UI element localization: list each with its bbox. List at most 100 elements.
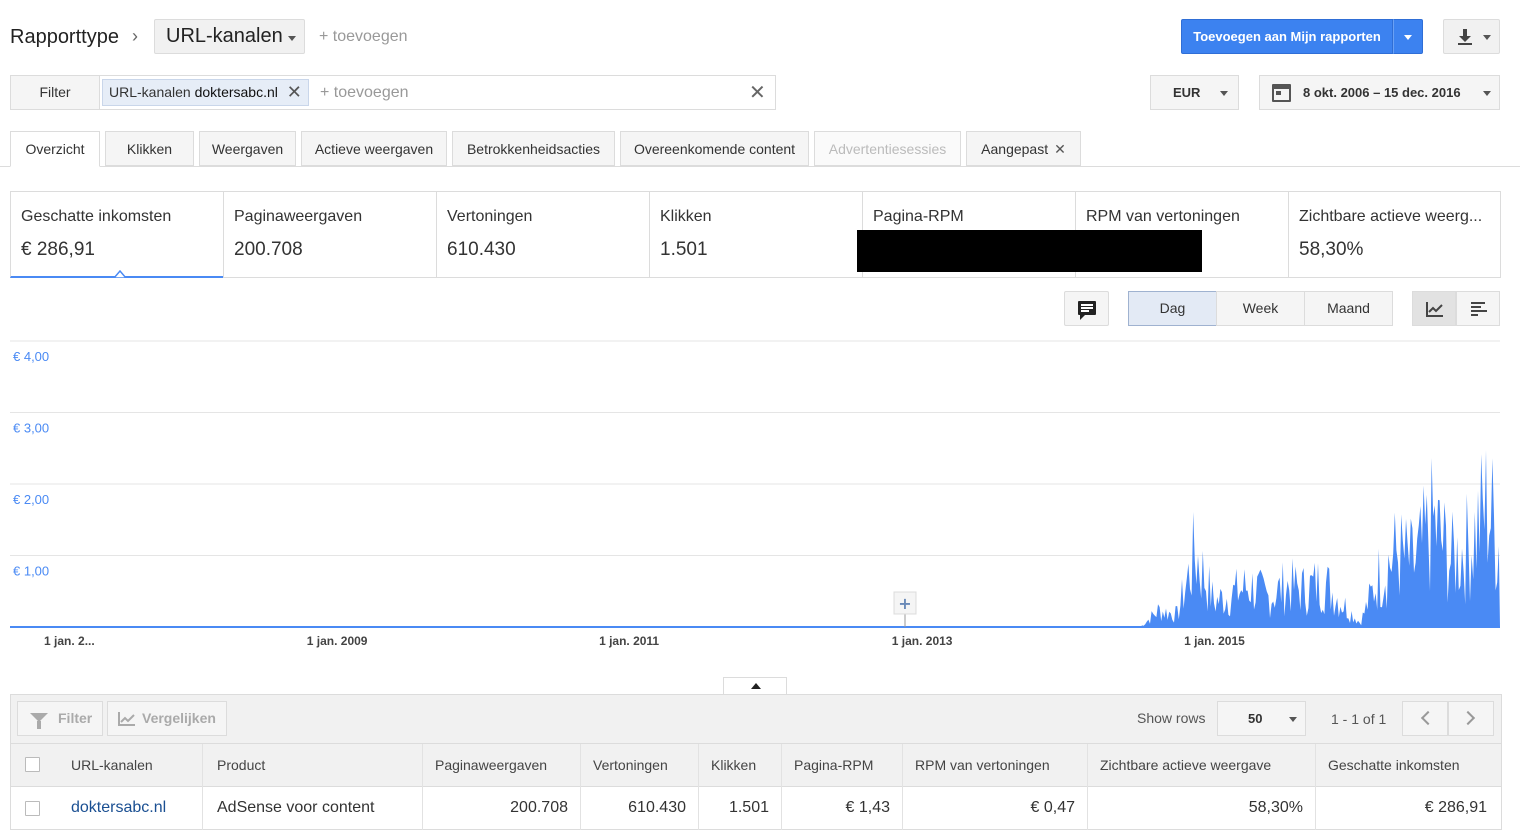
scorecard-value: 610.430 (447, 239, 516, 260)
previous-page-button[interactable] (1402, 701, 1448, 736)
granularity-week-button[interactable]: Week (1216, 291, 1305, 326)
tab-engagement-actions[interactable]: Betrokkenheidsacties (452, 131, 615, 166)
scorecard-label: Klikken (660, 208, 712, 225)
column-header-page-views[interactable]: Paginaweergaven (435, 757, 547, 773)
cell-url-channel-link[interactable]: doktersabc.nl (71, 799, 166, 817)
tab-label: Aangepast (981, 141, 1049, 157)
y-tick-label: € 2,00 (13, 492, 49, 507)
pagination-status: 1 - 1 of 1 (1331, 711, 1387, 727)
scorecard-estimated-earnings[interactable]: Geschatte inkomsten € 286,91 (10, 191, 223, 278)
rows-per-page-dropdown[interactable]: 50 (1217, 701, 1306, 736)
download-icon (1458, 29, 1472, 45)
y-tick-label: € 3,00 (13, 421, 49, 436)
tab-label: Klikken (126, 141, 173, 157)
date-range-dropdown[interactable]: 8 okt. 2006 – 15 dec. 2016 (1259, 75, 1500, 110)
earnings-chart: € 4,00 € 3,00 € 2,00 € 1,00 1 jan. 2... 1 ja… (10, 340, 1500, 648)
caret-down-icon (1483, 91, 1491, 96)
scorecard-viewable-active-views[interactable]: Zichtbare actieve weerg... 58,30% (1288, 191, 1501, 278)
add-to-my-reports-dropdown[interactable] (1393, 19, 1423, 54)
scorecard-page-views[interactable]: Paginaweergaven 200.708 (223, 191, 436, 278)
tab-label: Overeenkomende content (633, 141, 796, 157)
x-tick-label: 1 jan. 2... (44, 634, 95, 648)
column-header-viewable-active-views[interactable]: Zichtbare actieve weergave (1100, 757, 1271, 773)
collapse-chart-toggle[interactable] (723, 677, 787, 694)
bar-list-view-button[interactable] (1456, 291, 1500, 326)
tab-matched-content[interactable]: Overeenkomende content (620, 131, 809, 166)
redaction-bar (857, 230, 1202, 272)
currency-dropdown[interactable]: EUR (1150, 75, 1239, 110)
plus-icon: + (898, 594, 911, 613)
column-divider (580, 744, 581, 830)
column-divider (1087, 744, 1088, 830)
cell-page-views: 200.708 (510, 799, 568, 816)
cell-page-rpm: € 1,43 (845, 799, 890, 816)
scorecard-label: RPM van vertoningen (1086, 208, 1240, 225)
cell-clicks: 1.501 (728, 799, 769, 816)
granularity-month-button[interactable]: Maand (1304, 291, 1393, 326)
column-header-page-rpm[interactable]: Pagina-RPM (794, 757, 873, 773)
add-to-my-reports-button[interactable]: Toevoegen aan Mijn rapporten (1181, 19, 1393, 54)
close-tab-icon[interactable]: ✕ (1054, 141, 1066, 157)
column-header-estimated-earnings[interactable]: Geschatte inkomsten (1328, 757, 1460, 773)
tab-views[interactable]: Weergaven (199, 131, 296, 166)
y-tick-label: € 4,00 (13, 349, 49, 364)
remove-filter-icon[interactable]: ✕ (287, 80, 302, 105)
breadcrumb-report-type: Rapporttype (10, 26, 119, 48)
scorecard-clicks[interactable]: Klikken 1.501 (649, 191, 862, 278)
column-header-url-channels[interactable]: URL-kanalen (71, 757, 153, 773)
column-divider (1315, 744, 1316, 830)
granularity-day-button[interactable]: Dag (1128, 291, 1217, 326)
breadcrumb-chevron-icon: › (132, 26, 138, 46)
column-header-impressions[interactable]: Vertoningen (593, 757, 668, 773)
scorecard-impressions[interactable]: Vertoningen 610.430 (436, 191, 649, 278)
select-all-checkbox[interactable] (25, 757, 40, 772)
caret-down-icon (1220, 91, 1228, 96)
cell-viewable-active-views: 58,30% (1248, 799, 1303, 816)
line-chart-icon (1426, 302, 1443, 317)
tab-overview[interactable]: Overzicht (10, 131, 100, 167)
scorecard-value: 1.501 (660, 239, 708, 260)
x-tick-label: 1 jan. 2011 (599, 634, 659, 648)
column-header-product[interactable]: Product (217, 757, 265, 773)
filter-chip[interactable]: URL-kanalen doktersabc.nl ✕ (102, 79, 309, 106)
filter-chip-value: doktersabc.nl (194, 84, 278, 100)
filter-add-link[interactable]: + toevoegen (320, 84, 409, 102)
tab-label: Betrokkenheidsacties (466, 141, 601, 157)
tab-active-views[interactable]: Actieve weergaven (301, 131, 447, 166)
tab-custom[interactable]: Aangepast ✕ (966, 131, 1081, 166)
filter-button[interactable]: Filter (10, 75, 100, 110)
download-button[interactable] (1443, 19, 1500, 54)
table-filter-button[interactable]: Filter (17, 701, 103, 736)
add-report-dimension-link[interactable]: + toevoegen (319, 28, 408, 46)
annotations-button[interactable] (1064, 291, 1109, 326)
caret-down-icon (1404, 35, 1412, 40)
scorecard-label: Vertoningen (447, 208, 533, 225)
calendar-icon (1272, 84, 1291, 102)
tab-label: Weergaven (211, 141, 284, 157)
clear-filter-icon[interactable]: ✕ (749, 80, 766, 105)
row-checkbox[interactable] (25, 801, 40, 816)
column-header-clicks[interactable]: Klikken (711, 757, 756, 773)
add-annotation-marker[interactable]: + (893, 591, 917, 627)
column-header-impression-rpm[interactable]: RPM van vertoningen (915, 757, 1050, 773)
compare-chart-icon (118, 712, 135, 726)
scorecard-label: Zichtbare actieve weerg... (1299, 208, 1483, 225)
cell-estimated-earnings: € 286,91 (1424, 799, 1487, 816)
tab-clicks[interactable]: Klikken (105, 131, 194, 166)
show-rows-label: Show rows (1137, 710, 1206, 726)
scorecard-value: 200.708 (234, 239, 303, 260)
line-chart-view-button[interactable] (1412, 291, 1456, 326)
currency-value: EUR (1173, 85, 1201, 100)
chevron-up-icon (751, 683, 761, 689)
report-type-dropdown[interactable]: URL-kanalen (154, 19, 305, 54)
compare-button[interactable]: Vergelijken (107, 701, 227, 736)
tab-label: Actieve weergaven (314, 141, 434, 157)
table-filter-label: Filter (58, 710, 93, 726)
tab-label: Advertentiesessies (828, 141, 947, 157)
scorecard-label: Paginaweergaven (234, 208, 363, 225)
scorecard-label: Geschatte inkomsten (21, 208, 172, 225)
scorecard-label: Pagina-RPM (873, 208, 964, 225)
next-page-button[interactable] (1448, 701, 1494, 736)
series-earnings-area (10, 450, 1500, 627)
column-divider (781, 744, 782, 830)
